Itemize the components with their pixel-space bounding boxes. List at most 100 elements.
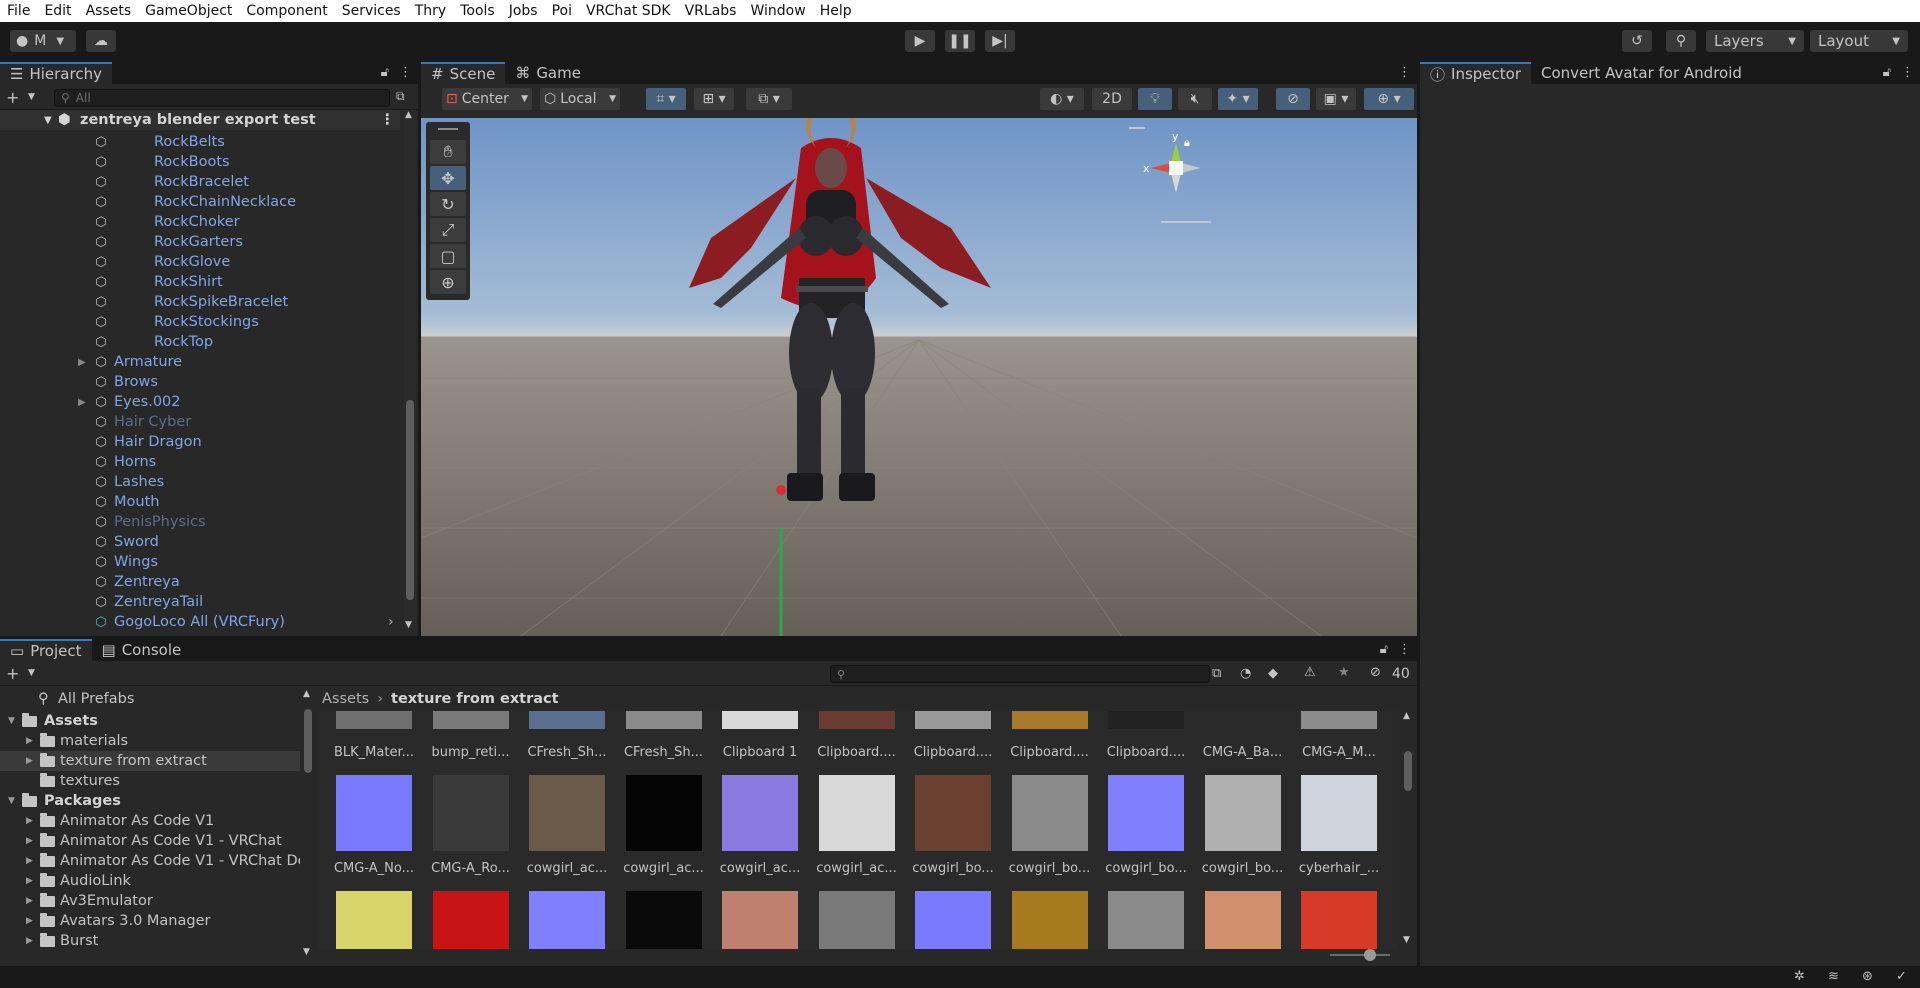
project-folder-item[interactable]: ▶ Burst <box>0 931 300 951</box>
menu-item-edit[interactable]: Edit <box>37 0 78 22</box>
texture-thumbnail[interactable] <box>818 775 895 851</box>
project-folder-item[interactable]: ▶ Animator As Code V1 - VRChat De <box>0 851 300 871</box>
project-folder-item[interactable]: textures <box>0 771 300 791</box>
menu-item-gameobject[interactable]: GameObject <box>138 0 239 22</box>
effects-button[interactable]: ✦ ▾ <box>1218 88 1258 110</box>
expand-arrow-icon[interactable]: ▶ <box>26 836 33 846</box>
project-folder-item[interactable]: ▼ Packages <box>0 791 300 811</box>
add-button[interactable]: + <box>6 88 19 107</box>
expand-arrow-icon[interactable]: ▶ <box>26 736 33 746</box>
texture-thumbnail[interactable] <box>722 711 798 729</box>
gizmos-button[interactable]: ⊕ ▾ <box>1364 88 1414 110</box>
warning-icon[interactable]: ⚠ <box>1304 665 1316 680</box>
texture-thumbnail[interactable] <box>336 711 412 729</box>
breadcrumb-assets[interactable]: Assets <box>322 691 369 707</box>
expand-arrow-icon[interactable]: ▶ <box>26 916 33 926</box>
tab-game[interactable]: ⌘ Game <box>505 62 591 84</box>
asset-label[interactable]: cowgirl_ac... <box>523 861 611 876</box>
expand-arrow-icon[interactable]: ▶ <box>78 397 86 408</box>
asset-label[interactable]: Clipboard.... <box>1102 745 1190 760</box>
hierarchy-item[interactable]: ⬡ ZentreyaTail <box>0 592 398 612</box>
texture-thumbnail[interactable] <box>432 891 509 949</box>
hierarchy-item[interactable]: ⬡ RockBelts <box>0 132 398 152</box>
tab-hierarchy[interactable]: ☰ Hierarchy <box>0 62 112 84</box>
breadcrumb-current[interactable]: texture from extract <box>391 691 559 707</box>
more-icon[interactable]: ⋮ <box>1901 65 1914 80</box>
chevron-down-icon[interactable]: ▼ <box>28 668 35 678</box>
asset-label[interactable]: CMG-A_Ba... <box>1199 745 1287 760</box>
asset-label[interactable]: cowgirl_bo... <box>1006 861 1094 876</box>
orientation-gizmo[interactable] <box>1129 127 1211 223</box>
hierarchy-item[interactable]: ⬡ Zentreya <box>0 572 398 592</box>
texture-thumbnail[interactable] <box>722 775 798 851</box>
menu-item-thry[interactable]: Thry <box>408 0 453 22</box>
hierarchy-item[interactable]: ⬡ RockGarters <box>0 232 398 252</box>
asset-label[interactable]: cowgirl_ac... <box>716 861 804 876</box>
project-folder-item[interactable]: ▶ Avatars 3.0 Manager <box>0 911 300 931</box>
tab-scene[interactable]: # Scene <box>421 62 506 84</box>
grid-snap-button[interactable]: ⌗ ▾ <box>646 88 686 110</box>
texture-thumbnail[interactable] <box>625 711 702 729</box>
camera-settings-button[interactable]: ▣ ▾ <box>1316 88 1356 110</box>
layers-status-icon[interactable]: ≋ <box>1828 969 1839 984</box>
hand-tool-button[interactable]: ✋︎ <box>430 140 466 164</box>
project-folder-item[interactable]: ▶ Animator As Code V1 <box>0 811 300 831</box>
asset-label[interactable]: Clipboard.... <box>1006 745 1094 760</box>
texture-thumbnail[interactable] <box>915 891 991 949</box>
hierarchy-item[interactable]: ▶ ⬡ Eyes.002 <box>0 392 398 412</box>
asset-label[interactable]: cowgirl_ac... <box>813 861 901 876</box>
hidden-objects-button[interactable]: ⊘ <box>1276 88 1310 110</box>
expand-arrow-icon[interactable]: ▶ <box>26 896 33 906</box>
bug-icon[interactable]: ✲ <box>1794 969 1805 984</box>
menu-item-jobs[interactable]: Jobs <box>502 0 545 22</box>
draw-mode-button[interactable]: ◐ ▾ <box>1040 88 1084 110</box>
texture-thumbnail[interactable] <box>1011 775 1088 851</box>
filter-label-icon[interactable]: ◆ <box>1268 666 1278 681</box>
texture-thumbnail[interactable] <box>1011 711 1088 729</box>
palette-grip[interactable] <box>438 128 458 130</box>
tab-project[interactable]: ▭ Project <box>0 639 92 661</box>
expand-arrow-icon[interactable]: ▼ <box>8 796 15 806</box>
texture-thumbnail[interactable] <box>336 891 412 949</box>
menu-item-help[interactable]: Help <box>813 0 859 22</box>
grid-scrollbar[interactable]: ▲ ▼ <box>1402 711 1414 945</box>
hierarchy-item[interactable]: ⬡ Hair Cyber <box>0 412 398 432</box>
tree-scrollbar[interactable]: ▲ ▼ <box>302 687 314 957</box>
icon-size-slider[interactable] <box>1330 948 1390 962</box>
texture-thumbnail[interactable] <box>1011 891 1088 949</box>
texture-thumbnail[interactable] <box>336 775 412 851</box>
favorites-all-prefabs[interactable]: ⚲ All Prefabs <box>0 689 300 709</box>
asset-label[interactable]: CFresh_Sh... <box>620 745 708 760</box>
asset-label[interactable]: cowgirl_bo... <box>909 861 997 876</box>
texture-thumbnail[interactable] <box>1301 711 1377 729</box>
expand-arrow-icon[interactable]: ▼ <box>44 115 52 126</box>
expand-arrow-icon[interactable]: ▶ <box>78 357 86 368</box>
prefab-open-arrow-icon[interactable]: › <box>388 614 394 630</box>
texture-thumbnail[interactable] <box>529 775 605 851</box>
expand-arrow-icon[interactable]: ▼ <box>8 716 15 726</box>
hierarchy-item[interactable]: ⬡ Lashes <box>0 472 398 492</box>
texture-thumbnail[interactable] <box>529 711 605 729</box>
history-button[interactable]: ↺ <box>1622 30 1652 52</box>
project-folder-item[interactable]: ▶ materials <box>0 731 300 751</box>
tab-inspector[interactable]: ⓘ Inspector <box>1420 62 1531 84</box>
menu-item-assets[interactable]: Assets <box>79 0 139 22</box>
account-dropdown[interactable]: ● M ▼ <box>10 30 76 52</box>
asset-label[interactable]: cyberhair_... <box>1295 861 1383 876</box>
hierarchy-item[interactable]: ⬡ RockBoots <box>0 152 398 172</box>
lock-icon[interactable]: 🔓︎ <box>381 65 389 80</box>
hierarchy-item[interactable]: ⬡ Horns <box>0 452 398 472</box>
texture-thumbnail[interactable] <box>1301 775 1377 851</box>
more-icon[interactable]: ⋮ <box>1398 65 1411 80</box>
hierarchy-item[interactable]: ⬡ RockGlove <box>0 252 398 272</box>
asset-label[interactable]: CFresh_Sh... <box>523 745 611 760</box>
scene-viewport[interactable]: x y 🔒︎ <box>421 118 1417 636</box>
project-folder-item[interactable]: ▶ AudioLink <box>0 871 300 891</box>
search-by-type-icon[interactable]: ⧉ <box>1212 666 1221 681</box>
hierarchy-item[interactable]: ⬡ RockChoker <box>0 212 398 232</box>
lock-icon[interactable]: 🔓︎ <box>1380 642 1388 657</box>
texture-thumbnail[interactable] <box>915 775 991 851</box>
texture-thumbnail[interactable] <box>432 775 509 851</box>
gizmo-lock-icon[interactable]: 🔒︎ <box>1184 136 1190 149</box>
hierarchy-item[interactable]: ⬡ Wings <box>0 552 398 572</box>
